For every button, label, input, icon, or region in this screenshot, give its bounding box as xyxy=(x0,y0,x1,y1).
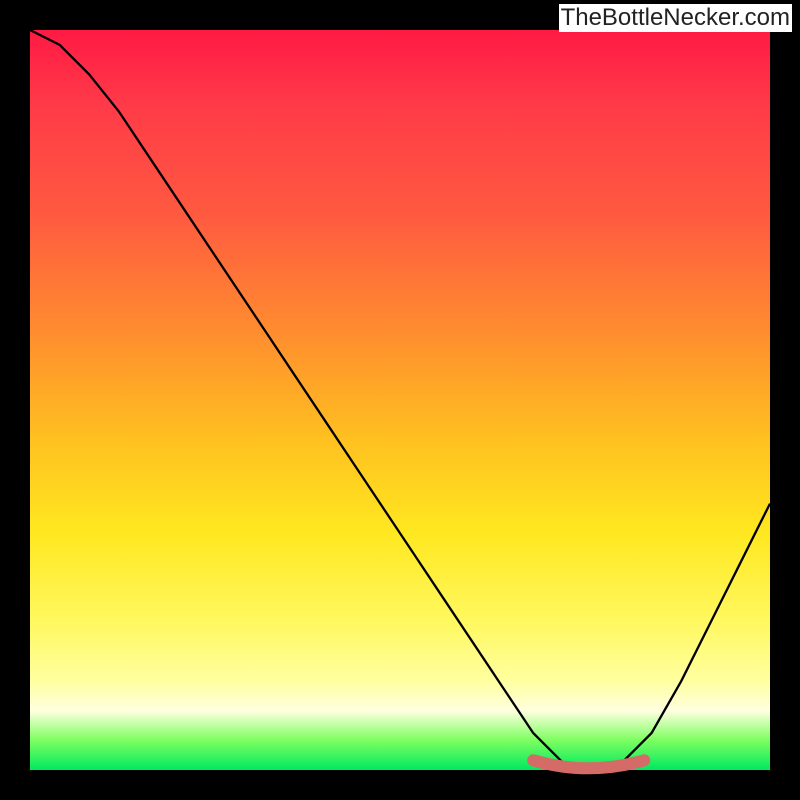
chart-frame: TheBottleNecker.com xyxy=(0,0,800,800)
optimal-range-highlight xyxy=(533,760,644,768)
watermark-text: TheBottleNecker.com xyxy=(559,4,792,32)
chart-svg xyxy=(30,30,770,770)
bottleneck-curve xyxy=(30,30,770,770)
